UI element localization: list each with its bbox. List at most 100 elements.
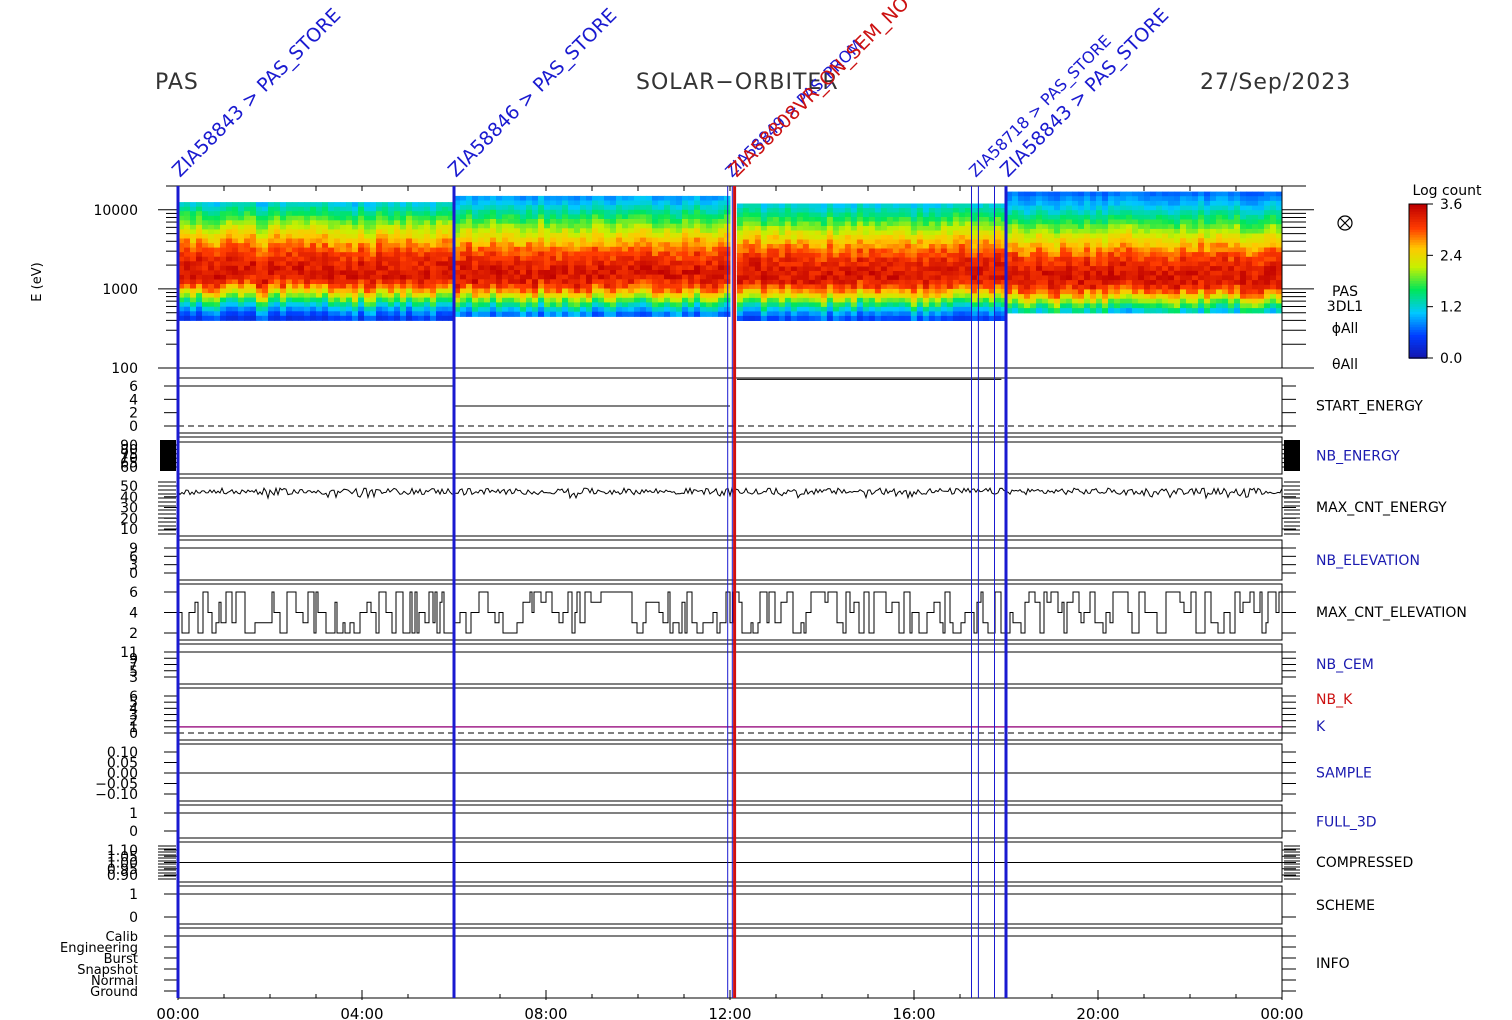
spectrogram-cell — [514, 214, 521, 220]
spectrogram-cell — [610, 195, 617, 202]
spectrogram-cell — [748, 293, 756, 299]
panel-ytick-label: 0 — [129, 566, 138, 582]
spectrogram-cell — [616, 228, 623, 234]
spectrogram-cell — [634, 311, 641, 317]
spectrogram-cell — [694, 232, 701, 239]
spectrogram-cell — [202, 247, 209, 253]
spectrogram-cell — [772, 257, 780, 263]
spectrogram-cell — [616, 288, 623, 294]
spectrogram-cell — [1234, 242, 1241, 249]
spectrogram-cell — [292, 238, 299, 244]
spectrogram-cell — [496, 265, 503, 271]
spectrogram-cell — [616, 270, 623, 276]
spectrogram-cell — [826, 297, 834, 303]
spectrogram-cell — [1066, 298, 1073, 304]
spectrogram-cell — [928, 275, 936, 281]
spectrogram-cell — [994, 271, 1002, 277]
spectrogram-cell — [928, 297, 936, 303]
spectrogram-cell — [550, 297, 557, 303]
spectrogram-cell — [1114, 256, 1121, 263]
spectrogram-cell — [1096, 238, 1103, 244]
spectrogram-cell — [526, 200, 533, 206]
spectrogram-cell — [190, 270, 197, 276]
spectrogram-cell — [604, 302, 611, 308]
spectrogram-cell — [202, 288, 209, 294]
spectrogram-cell — [934, 212, 942, 218]
spectrogram-cell — [586, 251, 593, 257]
spectrogram-cell — [280, 238, 287, 244]
spectrogram-cell — [1180, 196, 1187, 202]
spectrogram-cell — [406, 234, 413, 240]
spectrogram-cell — [544, 265, 551, 271]
spectrogram-cell — [1042, 252, 1049, 258]
spectrogram-cell — [1234, 205, 1241, 211]
spectrogram-cell — [394, 284, 401, 290]
spectrogram-cell — [256, 311, 263, 317]
spectrogram-cell — [1024, 298, 1031, 304]
spectrogram-cell — [772, 248, 780, 254]
spectrogram-cell — [1252, 200, 1259, 207]
spectrogram-cell — [406, 306, 413, 312]
spectrogram-cell — [550, 293, 557, 299]
spectrogram-cell — [826, 293, 834, 299]
spectrogram-cell — [1114, 210, 1121, 216]
spectrogram-cell — [886, 253, 894, 259]
spectrogram-cell — [382, 206, 389, 212]
spectrogram-cell — [1102, 294, 1109, 300]
spectrogram-cell — [886, 266, 894, 272]
spectrogram-cell — [352, 311, 359, 317]
spectrogram-cell — [856, 235, 864, 241]
spectrogram-cell — [472, 214, 479, 220]
spectrogram-cell — [400, 297, 407, 303]
spectrogram-cell — [1132, 280, 1139, 286]
spectrogram-cell — [940, 315, 948, 321]
spectrogram-cell — [682, 200, 689, 206]
spectrogram-cell — [250, 220, 257, 226]
spectrogram-cell — [622, 223, 629, 229]
spectrogram-cell — [496, 311, 503, 317]
spectrogram-cell — [436, 234, 443, 240]
spectrogram-cell — [334, 315, 341, 321]
spectrogram-cell — [1216, 261, 1223, 267]
spectrogram-cell — [862, 257, 870, 263]
spectrogram-cell — [442, 252, 449, 258]
spectrogram-cell — [520, 283, 527, 290]
spectrogram-cell — [700, 256, 707, 262]
spectrogram-cell — [694, 302, 701, 308]
spectrogram-cell — [208, 243, 215, 249]
spectrogram-cell — [808, 253, 816, 259]
spectrogram-cell — [532, 293, 539, 299]
spectrogram-cell — [826, 235, 834, 241]
spectrogram-cell — [484, 223, 491, 229]
spectrogram-cell — [1264, 210, 1271, 216]
spectrogram-cell — [466, 209, 473, 215]
spectrogram-cell — [628, 242, 635, 248]
spectrogram-cell — [796, 262, 804, 268]
spectrogram-cell — [400, 270, 407, 276]
spectrogram-cell — [634, 232, 641, 239]
spectrogram-cell — [1192, 280, 1199, 286]
spectrogram-cell — [664, 237, 671, 243]
spectrogram-cell — [310, 220, 317, 226]
spectrogram-cell — [268, 279, 275, 285]
spectrogram-cell — [634, 237, 641, 243]
spectrogram-cell — [1102, 242, 1109, 249]
spectrogram-cell — [1120, 261, 1127, 267]
spectrogram-cell — [736, 226, 744, 232]
spectrogram-cell — [706, 283, 713, 290]
spectrogram-cell — [310, 234, 317, 240]
spectrogram-cell — [388, 315, 395, 321]
spectrogram-cell — [1024, 200, 1031, 207]
spectrogram-cell — [688, 297, 695, 303]
spectrogram-cell — [826, 226, 834, 232]
spectrogram-cell — [1030, 266, 1037, 272]
spectrogram-cell — [1144, 298, 1151, 304]
spectrogram-cell — [532, 195, 539, 202]
spectrogram-cell — [1156, 270, 1163, 277]
spectrogram-cell — [1180, 191, 1187, 197]
spectrogram-cell — [376, 270, 383, 276]
spectrogram-cell — [790, 288, 798, 294]
spectrogram-cell — [184, 306, 191, 312]
spectrogram-cell — [214, 297, 221, 303]
spectrogram-cell — [982, 208, 990, 214]
